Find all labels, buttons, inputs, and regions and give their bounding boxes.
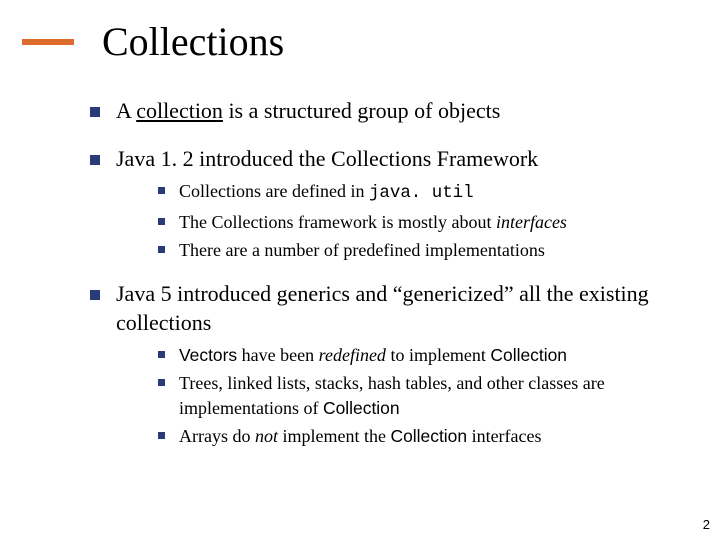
- text-run-underline: collection: [136, 98, 223, 123]
- sub-bullet-text: Collections are defined in java. util: [179, 179, 474, 206]
- sub-bullet-item: Trees, linked lists, stacks, hash tables…: [158, 371, 690, 420]
- slide-body: A collection is a structured group of ob…: [0, 75, 720, 449]
- text-run-sans: Collection: [490, 345, 567, 365]
- sub-bullet-item: The Collections framework is mostly abou…: [158, 210, 690, 234]
- bullet-text: Java 1. 2 introduced the Collections Fra…: [116, 145, 690, 173]
- square-bullet-icon: [90, 107, 100, 117]
- text-run: have been: [237, 345, 318, 365]
- page-number: 2: [703, 517, 710, 532]
- square-bullet-icon: [158, 218, 165, 225]
- bullet-text: A collection is a structured group of ob…: [116, 97, 690, 125]
- square-bullet-icon: [158, 351, 165, 358]
- text-run: A: [116, 98, 136, 123]
- square-bullet-icon: [158, 187, 165, 194]
- sub-bullet-list: Collections are defined in java. util Th…: [158, 179, 690, 262]
- sub-bullet-item: Vectors have been redefined to implement…: [158, 343, 690, 368]
- text-run: to implement: [386, 345, 490, 365]
- bullet-text: Java 5 introduced generics and “generici…: [116, 280, 690, 336]
- sub-bullet-item: Collections are defined in java. util: [158, 179, 690, 206]
- text-run-italic: interfaces: [496, 212, 567, 232]
- title-accent-bar: [22, 39, 74, 45]
- text-run-sans: Collection: [390, 426, 467, 446]
- sub-bullet-list: Vectors have been redefined to implement…: [158, 343, 690, 449]
- text-run-italic: not: [255, 426, 278, 446]
- slide-title: Collections: [102, 18, 284, 65]
- bullet-item: Java 5 introduced generics and “generici…: [90, 280, 690, 336]
- square-bullet-icon: [90, 155, 100, 165]
- text-run-code: java. util: [369, 183, 474, 203]
- square-bullet-icon: [158, 432, 165, 439]
- square-bullet-icon: [158, 379, 165, 386]
- text-run-sans: Collection: [323, 398, 400, 418]
- title-row: Collections: [0, 0, 720, 75]
- text-run: implement the: [278, 426, 390, 446]
- sub-bullet-text: Trees, linked lists, stacks, hash tables…: [179, 371, 690, 420]
- text-run-sans: Vectors: [179, 345, 237, 365]
- text-run: is a structured group of objects: [223, 98, 500, 123]
- text-run: The Collections framework is mostly abou…: [179, 212, 496, 232]
- sub-bullet-item: There are a number of predefined impleme…: [158, 238, 690, 262]
- text-run: interfaces: [467, 426, 541, 446]
- sub-bullet-text: The Collections framework is mostly abou…: [179, 210, 567, 234]
- square-bullet-icon: [158, 246, 165, 253]
- sub-bullet-text: There are a number of predefined impleme…: [179, 238, 545, 262]
- sub-bullet-item: Arrays do not implement the Collection i…: [158, 424, 690, 449]
- text-run: Collections are defined in: [179, 181, 369, 201]
- bullet-item: A collection is a structured group of ob…: [90, 97, 690, 125]
- text-run-italic: redefined: [319, 345, 386, 365]
- square-bullet-icon: [90, 290, 100, 300]
- sub-bullet-text: Arrays do not implement the Collection i…: [179, 424, 542, 449]
- bullet-item: Java 1. 2 introduced the Collections Fra…: [90, 145, 690, 173]
- slide: Collections A collection is a structured…: [0, 0, 720, 540]
- sub-bullet-text: Vectors have been redefined to implement…: [179, 343, 567, 368]
- text-run: Arrays do: [179, 426, 255, 446]
